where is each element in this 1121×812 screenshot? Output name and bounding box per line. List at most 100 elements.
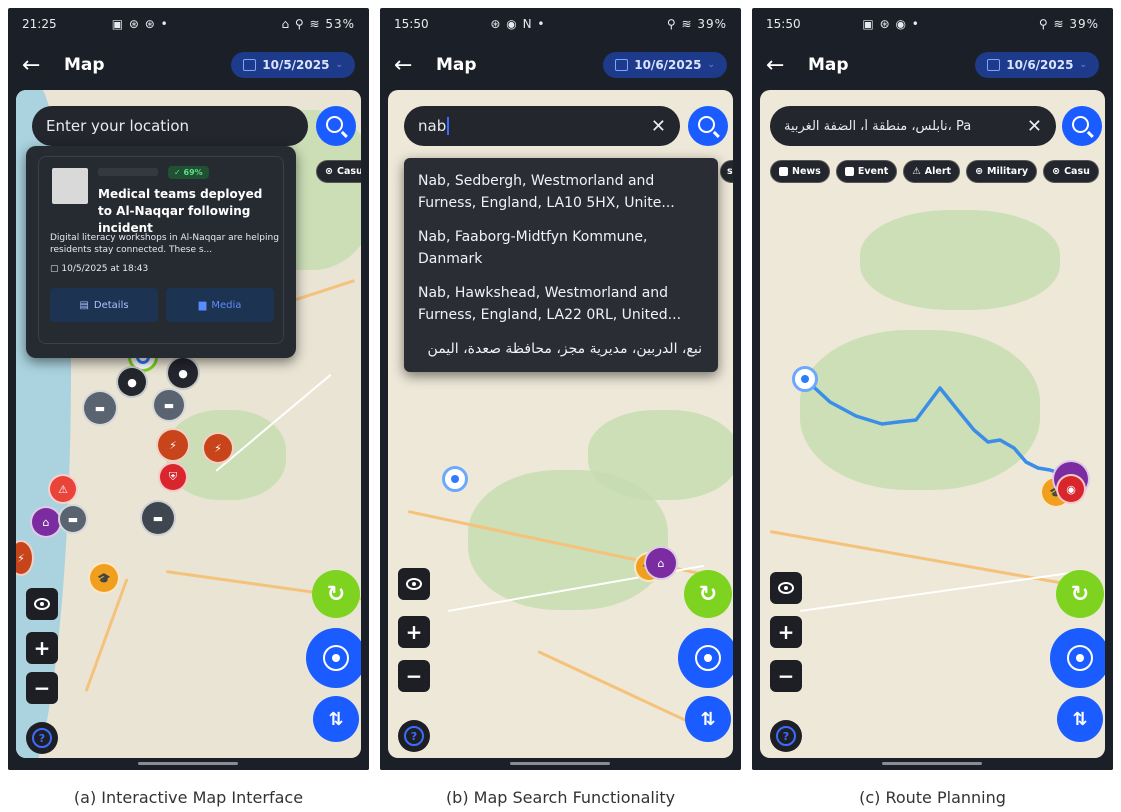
map-canvas[interactable]: ● ● ▬ ▬ ⚡ ⚡ ⛨ ▬ ⚠ ⌂ ▬ ⚡ 🎓 + − ? ↻ ⇅ Ente… xyxy=(16,90,361,758)
zoom-in-button[interactable]: + xyxy=(398,616,430,648)
military-marker[interactable]: ▬ xyxy=(140,500,176,536)
route-button[interactable]: ⇅ xyxy=(685,696,731,742)
search-input[interactable]: Enter your location xyxy=(32,106,308,146)
search-value: nab xyxy=(418,117,447,135)
military-icon: ⊛ xyxy=(975,166,984,177)
app-bar: ← Map 10/5/2025 ⌄ xyxy=(8,40,369,90)
search-button[interactable] xyxy=(316,106,356,146)
caption-c: (c) Route Planning xyxy=(859,788,1006,807)
visibility-toggle[interactable] xyxy=(770,572,802,604)
search-placeholder: Enter your location xyxy=(46,117,190,135)
details-button[interactable]: ▤ Details xyxy=(50,288,158,322)
start-location-marker[interactable] xyxy=(792,366,818,392)
alert-icon: ⚠ xyxy=(912,166,921,177)
destination-pin-icon[interactable]: ◉ xyxy=(1056,474,1086,504)
casualty-icon: ⊗ xyxy=(325,166,333,177)
filter-chip-casualty[interactable]: ⊗ Casu xyxy=(1043,160,1099,183)
chip-label: Military xyxy=(987,166,1029,177)
education-marker[interactable]: 🎓 xyxy=(88,562,120,594)
filter-chip-news[interactable]: News xyxy=(770,160,830,183)
chip-label: Event xyxy=(857,166,889,177)
my-location-button[interactable] xyxy=(306,628,361,688)
filter-chip-alert[interactable]: ⚠ Alert xyxy=(903,160,961,183)
event-thumbnail xyxy=(52,168,88,204)
back-arrow-icon[interactable]: ← xyxy=(766,53,800,78)
zoom-out-button[interactable]: − xyxy=(398,660,430,692)
zoom-out-button[interactable]: − xyxy=(770,660,802,692)
refresh-button[interactable]: ↻ xyxy=(684,570,732,618)
warning-marker[interactable]: ⚠ xyxy=(48,474,78,504)
my-location-button[interactable] xyxy=(678,628,733,688)
search-suggestions: Nab, Sedbergh, Westmorland and Furness, … xyxy=(404,158,718,372)
military-marker[interactable]: ▬ xyxy=(152,388,186,422)
date-picker-button[interactable]: 10/6/2025 ⌄ xyxy=(975,52,1099,78)
date-label: 10/6/2025 xyxy=(1006,58,1074,72)
suggestion-item[interactable]: Nab, Sedbergh, Westmorland and Furness, … xyxy=(404,164,718,220)
route-button[interactable]: ⇅ xyxy=(1057,696,1103,742)
zoom-in-button[interactable]: + xyxy=(26,632,58,664)
text-cursor xyxy=(447,117,450,135)
system-nav-bar xyxy=(8,758,369,770)
details-icon: ▤ xyxy=(79,299,89,311)
media-button[interactable]: ▆ Media xyxy=(166,288,274,322)
location-marker[interactable] xyxy=(442,466,468,492)
military-marker[interactable]: ▬ xyxy=(82,390,118,426)
filter-chip-event[interactable]: Event xyxy=(835,160,898,183)
event-popup: ✓ 69% Medical teams deployed to Al-Naqqa… xyxy=(26,146,296,358)
clear-icon[interactable]: ✕ xyxy=(1027,116,1042,137)
refresh-icon: ↻ xyxy=(326,581,346,607)
visibility-toggle[interactable] xyxy=(26,588,58,620)
route-icon: ⇅ xyxy=(328,708,344,730)
suggestion-item[interactable]: Nab, Faaborg-Midtfyn Kommune, Danmark xyxy=(404,220,718,276)
visibility-toggle[interactable] xyxy=(398,568,430,600)
zoom-in-button[interactable]: + xyxy=(770,616,802,648)
date-label: 10/5/2025 xyxy=(262,58,330,72)
refresh-button[interactable]: ↻ xyxy=(312,570,360,618)
status-icons-right: ⚲ ≋ 39% xyxy=(1038,17,1099,31)
caption-b: (b) Map Search Functionality xyxy=(445,788,676,807)
search-input[interactable]: Pa ،نابلس، منطقة أ، الضفة الغربية ✕ xyxy=(770,106,1056,146)
map-canvas[interactable]: 🎓 ⌂ ◉ + − ? ↻ ⇅ Pa ،نابلس، منطقة أ، الضف… xyxy=(760,90,1105,758)
zoom-out-button[interactable]: − xyxy=(26,672,58,704)
help-icon: ? xyxy=(32,728,52,748)
my-location-button[interactable] xyxy=(1050,628,1105,688)
suggestion-item[interactable]: Nab, Hawkshead, Westmorland and Furness,… xyxy=(404,276,718,332)
status-icons-left: ▣ ⊛ ◉ • xyxy=(862,17,920,31)
landmark-marker[interactable]: ⌂ xyxy=(30,506,62,538)
crosshair-icon xyxy=(1067,645,1093,671)
date-picker-button[interactable]: 10/6/2025 ⌄ xyxy=(603,52,727,78)
refresh-button[interactable]: ↻ xyxy=(1056,570,1104,618)
alert-marker[interactable]: ⚡ xyxy=(202,432,234,464)
event-date-text: 10/5/2025 at 18:43 xyxy=(61,264,149,274)
suggestion-item[interactable]: نبع، الدربين، مديرية مجز، محافظة صعدة، ا… xyxy=(404,332,718,366)
filter-chip-casualty[interactable]: ⊗ Casual xyxy=(316,160,361,183)
route-button[interactable]: ⇅ xyxy=(313,696,359,742)
clear-icon[interactable]: ✕ xyxy=(651,116,666,137)
media-icon: ▆ xyxy=(198,299,207,311)
road xyxy=(84,578,129,693)
help-button[interactable]: ? xyxy=(26,722,58,754)
back-arrow-icon[interactable]: ← xyxy=(394,53,428,78)
crosshair-icon xyxy=(695,645,721,671)
search-icon xyxy=(326,116,343,133)
search-button[interactable] xyxy=(1062,106,1102,146)
eye-icon xyxy=(406,578,422,590)
military-marker[interactable]: ▬ xyxy=(58,504,88,534)
filter-chip-military[interactable]: ⊛ Military xyxy=(966,160,1038,183)
incident-marker[interactable]: ● xyxy=(116,366,148,398)
map-canvas[interactable]: 🎓 ⌂ + − ? ↻ ⇅ nab ✕ sual Nab, Sedbergh, … xyxy=(388,90,733,758)
help-button[interactable]: ? xyxy=(398,720,430,752)
back-arrow-icon[interactable]: ← xyxy=(22,53,56,78)
filter-chip-casualty[interactable]: sual xyxy=(720,160,733,183)
chevron-down-icon: ⌄ xyxy=(707,60,715,70)
search-input[interactable]: nab ✕ xyxy=(404,106,680,146)
event-date: ▢ 10/5/2025 at 18:43 xyxy=(50,264,148,274)
alert-marker[interactable]: ⛨ xyxy=(158,462,188,492)
help-button[interactable]: ? xyxy=(770,720,802,752)
caption-a: (a) Interactive Map Interface xyxy=(73,788,304,807)
alert-marker[interactable]: ⚡ xyxy=(156,428,190,462)
date-picker-button[interactable]: 10/5/2025 ⌄ xyxy=(231,52,355,78)
search-button[interactable] xyxy=(688,106,728,146)
incident-marker[interactable]: ● xyxy=(166,356,200,390)
landmark-marker[interactable]: ⌂ xyxy=(644,546,678,580)
